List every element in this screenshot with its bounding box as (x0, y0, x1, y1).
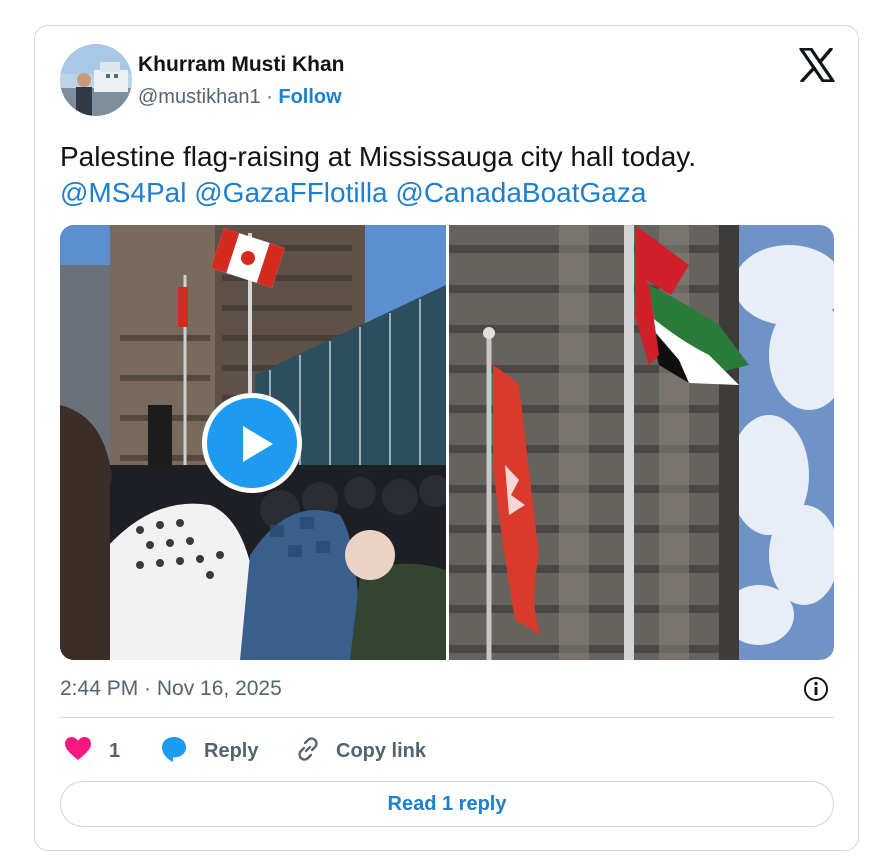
read-replies-button[interactable]: Read 1 reply (60, 781, 834, 827)
mention-link[interactable]: @GazaFFlotilla (194, 177, 387, 208)
tweet-mentions: @MS4Pal @GazaFFlotilla @CanadaBoatGaza (60, 175, 830, 211)
author-name[interactable]: Khurram Musti Khan (138, 53, 345, 77)
author-handle[interactable]: @mustikhan1 (138, 86, 261, 108)
info-icon[interactable] (803, 676, 829, 702)
handle-row: @mustikhan1 · Follow (138, 86, 342, 109)
action-bar: 1 Reply Copy link (60, 733, 834, 769)
like-count: 1 (109, 739, 121, 762)
x-logo-icon[interactable] (799, 47, 835, 83)
avatar[interactable] (60, 44, 132, 116)
copy-link-button[interactable]: Copy link (294, 733, 426, 769)
like-button[interactable]: 1 (64, 733, 120, 769)
divider (60, 717, 834, 718)
separator-dot: · (260, 86, 279, 108)
play-button[interactable] (202, 393, 302, 493)
heart-icon (64, 736, 92, 767)
copy-link-label: Copy link (336, 739, 427, 762)
timestamp[interactable]: 2:44 PM · Nov 16, 2025 (60, 677, 282, 701)
link-icon (294, 735, 322, 768)
mention-link[interactable]: @MS4Pal (60, 177, 186, 208)
tweet-card: Khurram Musti Khan @mustikhan1 · Follow … (34, 25, 859, 851)
reply-button[interactable]: Reply (160, 733, 258, 769)
mention-link[interactable]: @CanadaBoatGaza (395, 177, 646, 208)
video-thumbnail[interactable] (60, 225, 446, 660)
follow-button[interactable]: Follow (278, 86, 341, 108)
photo-thumbnail[interactable] (449, 225, 834, 660)
reply-label: Reply (204, 739, 259, 762)
tweet-body: Palestine flag-raising at Mississauga ci… (60, 141, 697, 172)
media-grid (60, 225, 834, 660)
tweet-text: Palestine flag-raising at Mississauga ci… (60, 139, 830, 211)
speech-bubble-icon (160, 735, 188, 768)
